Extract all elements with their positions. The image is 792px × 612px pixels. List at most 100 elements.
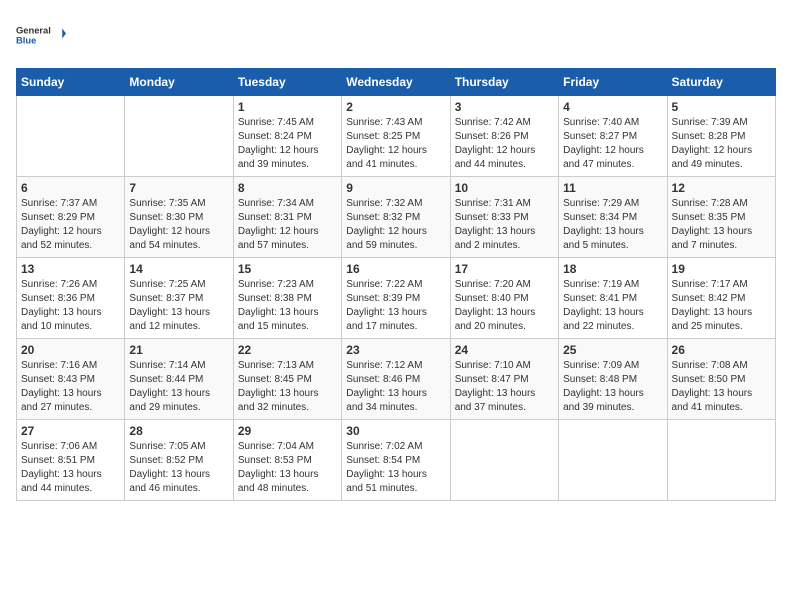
day-info: Sunrise: 7:20 AM Sunset: 8:40 PM Dayligh… [455,278,554,334]
day-info: Sunrise: 7:05 AM Sunset: 8:52 PM Dayligh… [129,440,228,496]
calendar-cell: 7 Sunrise: 7:35 AM Sunset: 8:30 PM Daylig… [125,177,233,258]
day-info: Sunrise: 7:14 AM Sunset: 8:44 PM Dayligh… [129,359,228,415]
day-number: 11 [563,181,662,195]
day-number: 2 [346,100,445,114]
day-number: 9 [346,181,445,195]
day-number: 7 [129,181,228,195]
col-header-tuesday: Tuesday [233,69,341,96]
day-number: 10 [455,181,554,195]
day-number: 12 [672,181,771,195]
col-header-monday: Monday [125,69,233,96]
calendar-cell: 18 Sunrise: 7:19 AM Sunset: 8:41 PM Dayli… [559,258,667,339]
calendar-cell: 26Sunrise: 7:08 AM Sunset: 8:50 PM Dayli… [667,339,775,420]
day-number: 23 [346,343,445,357]
day-info: Sunrise: 7:35 AM Sunset: 8:30 PM Dayligh… [129,197,228,253]
calendar-header-row: SundayMondayTuesdayWednesdayThursdayFrid… [17,69,776,96]
calendar-cell: 25 Sunrise: 7:09 AM Sunset: 8:48 PM Dayli… [559,339,667,420]
col-header-wednesday: Wednesday [342,69,450,96]
calendar-cell: 8 Sunrise: 7:34 AM Sunset: 8:31 PM Daylig… [233,177,341,258]
day-number: 29 [238,424,337,438]
calendar-cell: 3 Sunrise: 7:42 AM Sunset: 8:26 PM Daylig… [450,96,558,177]
day-number: 17 [455,262,554,276]
day-info: Sunrise: 7:12 AM Sunset: 8:46 PM Dayligh… [346,359,445,415]
day-info: Sunrise: 7:37 AM Sunset: 8:29 PM Dayligh… [21,197,120,253]
calendar-cell: 20 Sunrise: 7:16 AM Sunset: 8:43 PM Dayli… [17,339,125,420]
col-header-friday: Friday [559,69,667,96]
logo: General Blue [16,16,66,56]
day-info: Sunrise: 7:09 AM Sunset: 8:48 PM Dayligh… [563,359,662,415]
calendar-cell: 4 Sunrise: 7:40 AM Sunset: 8:27 PM Daylig… [559,96,667,177]
day-number: 5 [672,100,771,114]
calendar-week-row: 1 Sunrise: 7:45 AM Sunset: 8:24 PM Daylig… [17,96,776,177]
calendar-cell [450,420,558,501]
calendar-cell: 28 Sunrise: 7:05 AM Sunset: 8:52 PM Dayli… [125,420,233,501]
day-number: 24 [455,343,554,357]
calendar-week-row: 20 Sunrise: 7:16 AM Sunset: 8:43 PM Dayli… [17,339,776,420]
day-info: Sunrise: 7:45 AM Sunset: 8:24 PM Dayligh… [238,116,337,172]
day-info: Sunrise: 7:34 AM Sunset: 8:31 PM Dayligh… [238,197,337,253]
calendar-week-row: 13 Sunrise: 7:26 AM Sunset: 8:36 PM Dayli… [17,258,776,339]
day-number: 16 [346,262,445,276]
header: General Blue [16,16,776,56]
calendar-cell: 2 Sunrise: 7:43 AM Sunset: 8:25 PM Daylig… [342,96,450,177]
calendar-cell: 13 Sunrise: 7:26 AM Sunset: 8:36 PM Dayli… [17,258,125,339]
day-info: Sunrise: 7:31 AM Sunset: 8:33 PM Dayligh… [455,197,554,253]
calendar-week-row: 27Sunrise: 7:06 AM Sunset: 8:51 PM Dayli… [17,420,776,501]
calendar-cell: 30 Sunrise: 7:02 AM Sunset: 8:54 PM Dayli… [342,420,450,501]
day-info: Sunrise: 7:25 AM Sunset: 8:37 PM Dayligh… [129,278,228,334]
calendar-cell: 11 Sunrise: 7:29 AM Sunset: 8:34 PM Dayli… [559,177,667,258]
svg-text:General: General [16,26,51,36]
day-info: Sunrise: 7:22 AM Sunset: 8:39 PM Dayligh… [346,278,445,334]
calendar-cell [559,420,667,501]
day-info: Sunrise: 7:19 AM Sunset: 8:41 PM Dayligh… [563,278,662,334]
day-number: 22 [238,343,337,357]
day-info: Sunrise: 7:02 AM Sunset: 8:54 PM Dayligh… [346,440,445,496]
calendar-cell: 10 Sunrise: 7:31 AM Sunset: 8:33 PM Dayli… [450,177,558,258]
day-number: 27 [21,424,120,438]
day-info: Sunrise: 7:29 AM Sunset: 8:34 PM Dayligh… [563,197,662,253]
calendar-week-row: 6 Sunrise: 7:37 AM Sunset: 8:29 PM Daylig… [17,177,776,258]
day-number: 3 [455,100,554,114]
day-number: 28 [129,424,228,438]
calendar-cell: 19 Sunrise: 7:17 AM Sunset: 8:42 PM Dayli… [667,258,775,339]
calendar-cell: 16 Sunrise: 7:22 AM Sunset: 8:39 PM Dayli… [342,258,450,339]
svg-text:Blue: Blue [16,36,36,46]
day-info: Sunrise: 7:16 AM Sunset: 8:43 PM Dayligh… [21,359,120,415]
day-number: 15 [238,262,337,276]
day-number: 30 [346,424,445,438]
calendar-cell: 12Sunrise: 7:28 AM Sunset: 8:35 PM Dayli… [667,177,775,258]
calendar-cell: 22 Sunrise: 7:13 AM Sunset: 8:45 PM Dayli… [233,339,341,420]
day-info: Sunrise: 7:43 AM Sunset: 8:25 PM Dayligh… [346,116,445,172]
day-info: Sunrise: 7:39 AM Sunset: 8:28 PM Dayligh… [672,116,771,172]
calendar-cell [125,96,233,177]
calendar-cell: 27Sunrise: 7:06 AM Sunset: 8:51 PM Dayli… [17,420,125,501]
calendar-cell [17,96,125,177]
day-number: 6 [21,181,120,195]
day-info: Sunrise: 7:42 AM Sunset: 8:26 PM Dayligh… [455,116,554,172]
day-info: Sunrise: 7:23 AM Sunset: 8:38 PM Dayligh… [238,278,337,334]
day-number: 8 [238,181,337,195]
day-info: Sunrise: 7:26 AM Sunset: 8:36 PM Dayligh… [21,278,120,334]
calendar-cell: 23 Sunrise: 7:12 AM Sunset: 8:46 PM Dayli… [342,339,450,420]
calendar-cell: 9Sunrise: 7:32 AM Sunset: 8:32 PM Daylig… [342,177,450,258]
calendar-cell: 5 Sunrise: 7:39 AM Sunset: 8:28 PM Daylig… [667,96,775,177]
day-number: 18 [563,262,662,276]
day-number: 21 [129,343,228,357]
day-number: 20 [21,343,120,357]
day-number: 4 [563,100,662,114]
day-number: 26 [672,343,771,357]
day-number: 25 [563,343,662,357]
day-info: Sunrise: 7:04 AM Sunset: 8:53 PM Dayligh… [238,440,337,496]
day-info: Sunrise: 7:10 AM Sunset: 8:47 PM Dayligh… [455,359,554,415]
calendar-table: SundayMondayTuesdayWednesdayThursdayFrid… [16,68,776,501]
day-number: 19 [672,262,771,276]
calendar-cell: 24 Sunrise: 7:10 AM Sunset: 8:47 PM Dayli… [450,339,558,420]
day-number: 1 [238,100,337,114]
day-number: 13 [21,262,120,276]
col-header-sunday: Sunday [17,69,125,96]
day-info: Sunrise: 7:40 AM Sunset: 8:27 PM Dayligh… [563,116,662,172]
day-info: Sunrise: 7:13 AM Sunset: 8:45 PM Dayligh… [238,359,337,415]
day-info: Sunrise: 7:17 AM Sunset: 8:42 PM Dayligh… [672,278,771,334]
calendar-cell: 29 Sunrise: 7:04 AM Sunset: 8:53 PM Dayli… [233,420,341,501]
calendar-cell: 1 Sunrise: 7:45 AM Sunset: 8:24 PM Daylig… [233,96,341,177]
